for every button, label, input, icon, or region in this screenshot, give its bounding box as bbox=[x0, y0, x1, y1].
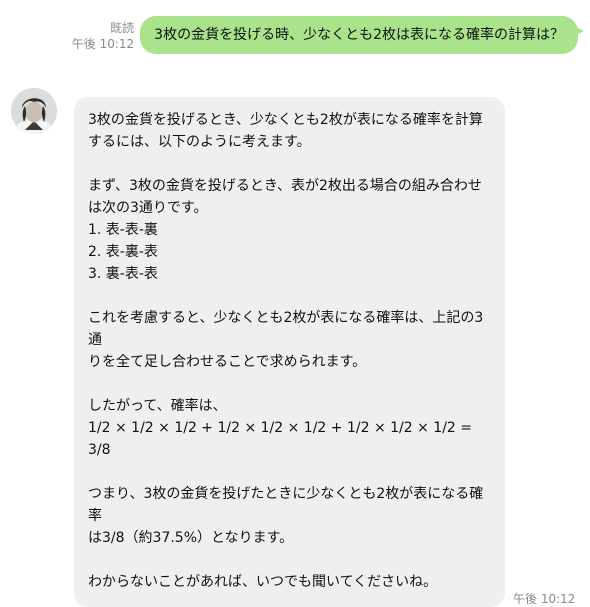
read-receipt: 既読 bbox=[110, 21, 135, 35]
received-message-bubble[interactable]: 3枚の金貨を投げるとき、少なくとも2枚が表になる確率を計算 するには、以下のよう… bbox=[74, 97, 505, 607]
sent-timestamp: 午後 10:12 bbox=[71, 37, 135, 51]
sent-message-row: 既読 午後 10:12 3枚の金貨を投げる時、少なくとも2枚は表になる確率の計算… bbox=[72, 16, 584, 54]
message-paragraph: まず、3枚の金貨を投げるとき、表が2枚出る場合の組み合わせ は次の3通りです。 … bbox=[88, 178, 482, 282]
message-paragraph: わからないことがあれば、いつでも聞いてくださいね。 bbox=[88, 574, 438, 590]
message-paragraph: したがって、確率は、 1/2 × 1/2 × 1/2 + 1/2 × 1/2 ×… bbox=[88, 398, 473, 458]
message-paragraph: これを考慮すると、少なくとも2枚が表になる確率は、上記の3通 りを全て足し合わせ… bbox=[88, 310, 484, 370]
contact-avatar[interactable] bbox=[11, 88, 57, 134]
received-message-row: 3枚の金貨を投げるとき、少なくとも2枚が表になる確率を計算 するには、以下のよう… bbox=[74, 97, 575, 607]
avatar-portrait-icon bbox=[11, 88, 57, 134]
sent-message-bubble[interactable]: 3枚の金貨を投げる時、少なくとも2枚は表になる確率の計算は？ bbox=[140, 16, 584, 54]
sent-message-meta: 既読 午後 10:12 bbox=[72, 20, 134, 52]
received-timestamp: 午後 10:12 bbox=[513, 592, 576, 606]
message-paragraph: 3枚の金貨を投げるとき、少なくとも2枚が表になる確率を計算 するには、以下のよう… bbox=[88, 112, 483, 150]
message-paragraph: つまり、3枚の金貨を投げたときに少なくとも2枚が表になる確率 は3/8（約37.… bbox=[88, 486, 484, 546]
